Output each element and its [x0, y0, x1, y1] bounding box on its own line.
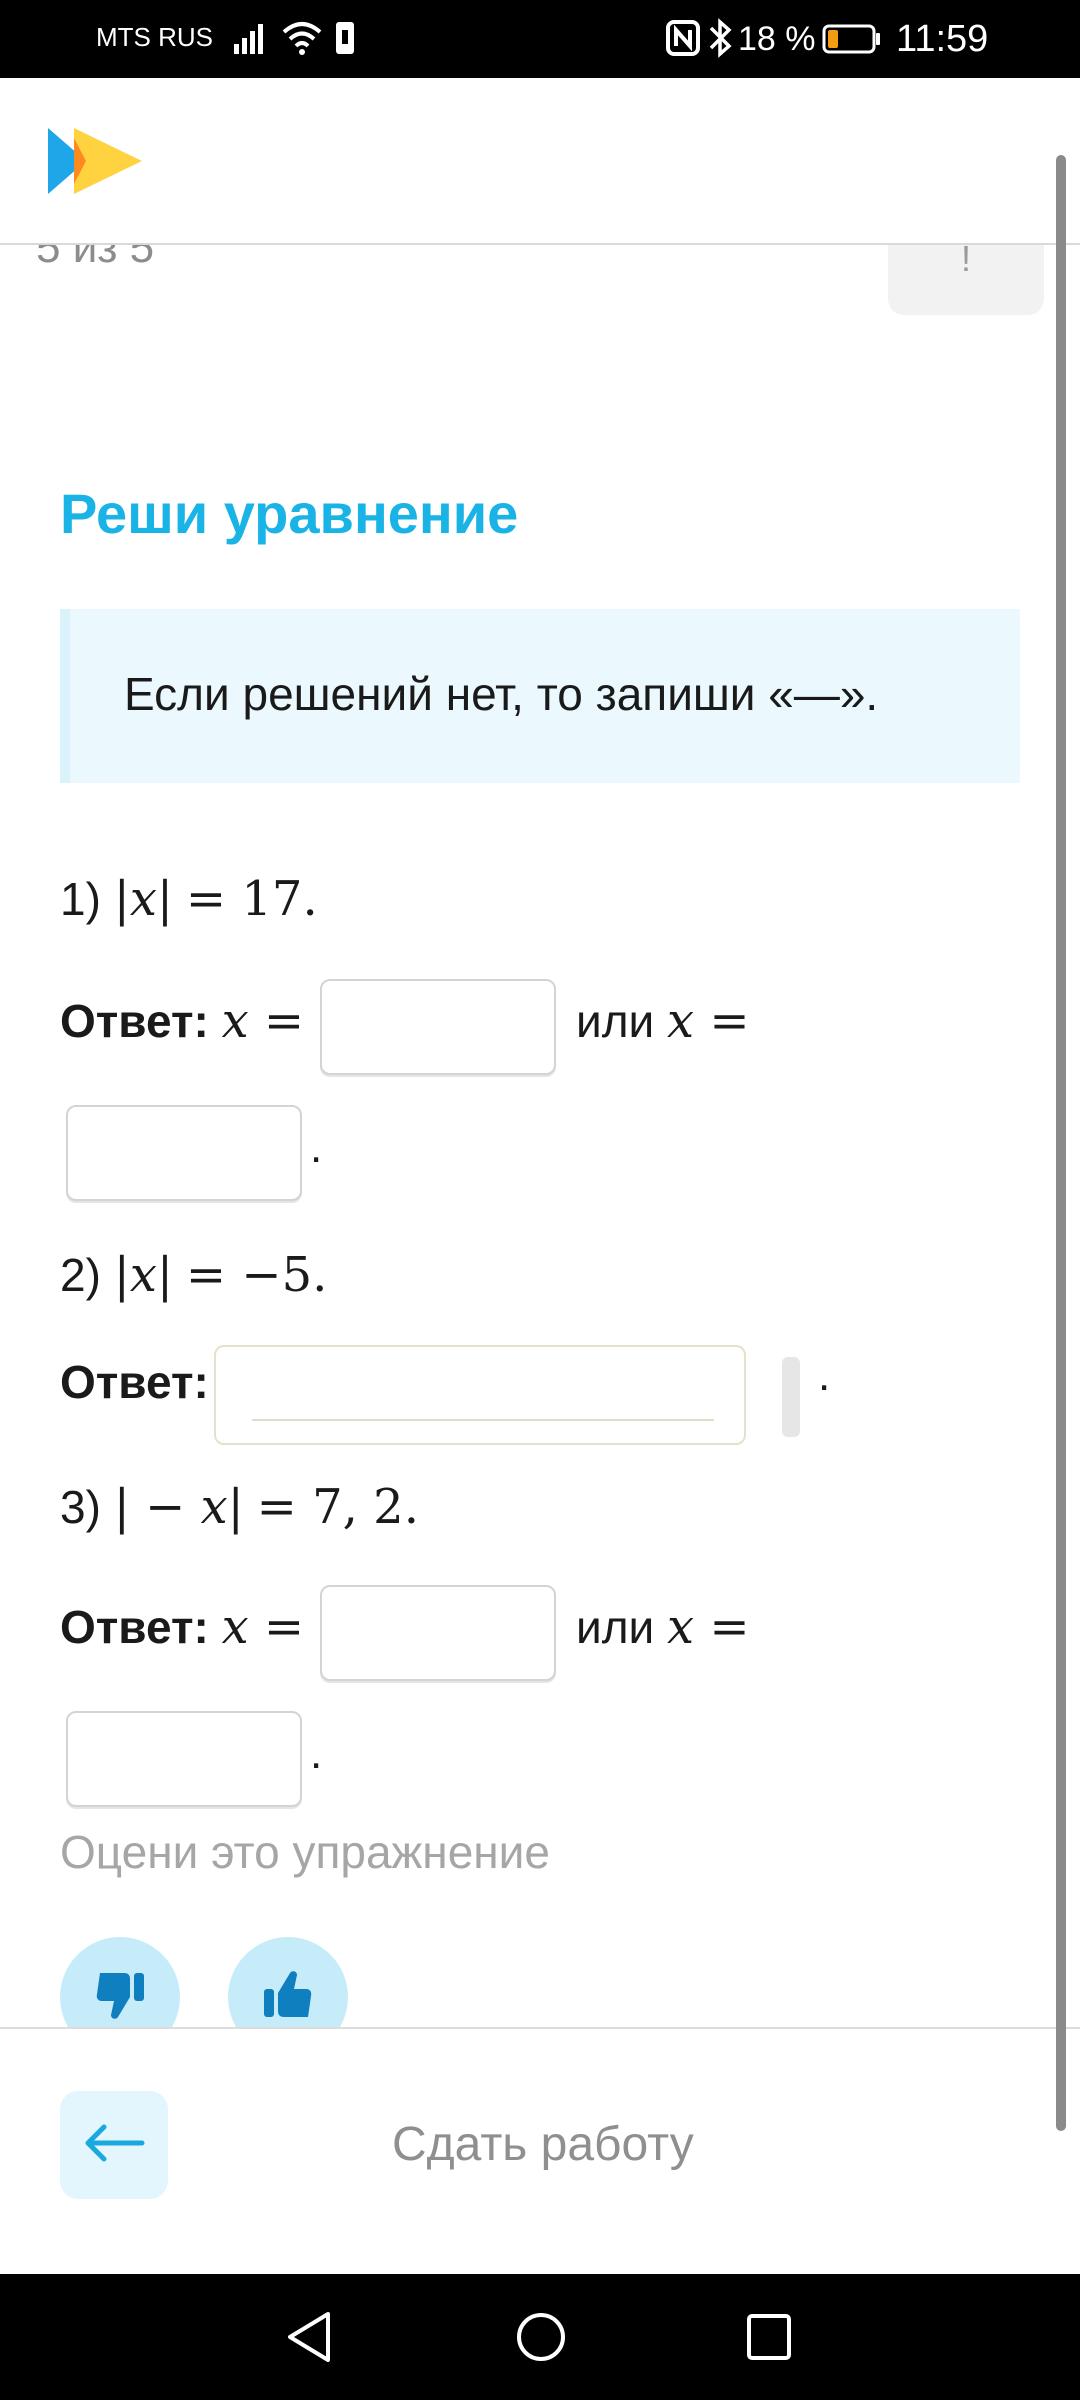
answer-input-2[interactable] [214, 1345, 746, 1445]
answer-expr: x = [221, 1599, 305, 1655]
period: . [310, 1123, 323, 1172]
task-title: Реши уравнение [60, 482, 519, 545]
or-label: или [576, 1601, 655, 1653]
scrollbar[interactable] [1056, 155, 1066, 2131]
report-glyph: ! [960, 243, 971, 279]
equation-lhs: |x| [113, 1247, 174, 1303]
answer-label: Ответ: [60, 1356, 209, 1408]
nav-recents-icon[interactable] [744, 2310, 794, 2369]
hint-text: Если решений нет, то запиши «—». [124, 668, 879, 720]
problem-3: 3) | − x| = 7, 2. [60, 1479, 419, 1535]
equation-lhs: |x| [113, 871, 174, 927]
problem-number: 1) [60, 873, 101, 925]
answer-input-3a[interactable] [320, 1585, 556, 1681]
problem-number: 2) [60, 1249, 101, 1301]
problem-2: 2) |x| = −5. [60, 1247, 327, 1303]
report-button[interactable]: ! [888, 243, 1044, 315]
signal-icon [232, 18, 272, 63]
drag-handle[interactable] [782, 1357, 800, 1437]
app-header [0, 78, 1080, 245]
submit-button[interactable]: Сдать работу [392, 2117, 694, 2172]
task-content: 5 из 5 ! Реши уравнение Если решений нет… [0, 243, 1080, 2027]
nav-back-icon[interactable] [284, 2310, 334, 2369]
problem-1: 1) |x| = 17. [60, 871, 318, 927]
answer-label: Ответ: [60, 1601, 209, 1653]
or-label: или [576, 995, 655, 1047]
thumbs-up-icon [258, 1965, 318, 2028]
equation-rhs: = 17. [185, 871, 318, 927]
answer-row-3: Ответ: x = [60, 1599, 304, 1655]
rating-label: Оцени это упражнение [60, 1826, 550, 1878]
thumbs-down-icon [90, 1965, 150, 2028]
answer-input-1a[interactable] [320, 979, 556, 1075]
or-row-3: или x = [576, 1599, 750, 1655]
battery-icon [822, 22, 882, 61]
back-button[interactable] [60, 2091, 168, 2199]
problem-number: 3) [60, 1481, 101, 1533]
arrow-left-icon [82, 2123, 146, 2168]
dislike-button[interactable] [60, 1937, 180, 2027]
hint-box: Если решений нет, то запиши «—». [60, 609, 1020, 783]
app-logo-icon[interactable] [46, 126, 146, 201]
clock: 11:59 [896, 18, 989, 60]
nfc-icon [666, 18, 700, 63]
input-underline [252, 1419, 714, 1421]
or-row-1: или x = [576, 993, 750, 1049]
answer-row-1: Ответ: x = [60, 993, 304, 1049]
task-counter: 5 из 5 [36, 243, 155, 272]
answer-row-2: Ответ: [60, 1355, 209, 1409]
answer-input-3b[interactable] [66, 1711, 302, 1807]
equation-rhs: = 7, 2. [256, 1479, 419, 1535]
like-button[interactable] [228, 1937, 348, 2027]
answer-expr: x = [667, 1599, 750, 1655]
period: . [310, 1729, 323, 1778]
wifi-icon [280, 18, 324, 63]
equation-lhs: | − x| [113, 1479, 244, 1535]
answer-label: Ответ: [60, 995, 209, 1047]
carrier-label: MTS RUS [96, 22, 213, 52]
equation-rhs: = −5. [185, 1247, 328, 1303]
period: . [818, 1351, 831, 1400]
bottom-bar: Сдать работу [0, 2027, 1080, 2276]
answer-expr: x = [221, 993, 305, 1049]
nav-home-icon[interactable] [514, 2310, 568, 2369]
answer-input-1b[interactable] [66, 1105, 302, 1201]
sim-icon [334, 18, 356, 63]
battery-percent: 18 % [738, 20, 816, 58]
system-nav-bar [0, 2274, 1080, 2400]
status-bar: MTS RUS 18 % 11:59 [0, 0, 1080, 78]
answer-expr: x = [667, 993, 750, 1049]
bluetooth-icon [708, 16, 734, 65]
